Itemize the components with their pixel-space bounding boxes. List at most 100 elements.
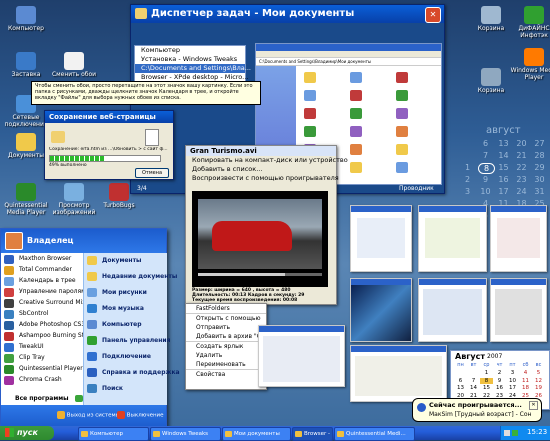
calendar-date[interactable]: 21 bbox=[514, 151, 529, 160]
file-icon[interactable] bbox=[396, 144, 408, 155]
desktop-icon[interactable]: Просмотр изображений bbox=[50, 183, 98, 216]
desktop-icon[interactable]: Компьютер bbox=[2, 6, 50, 32]
calendar-date[interactable]: 2 bbox=[460, 175, 475, 184]
calendar-date[interactable]: 8 bbox=[480, 377, 493, 384]
file-icon[interactable] bbox=[304, 90, 316, 101]
calendar-date[interactable]: 7 bbox=[467, 378, 480, 384]
file-icon[interactable] bbox=[396, 162, 408, 173]
start-menu-place[interactable]: Панель управления bbox=[84, 333, 170, 349]
file-icon[interactable] bbox=[350, 108, 362, 119]
context-menu-item[interactable]: Создать ярлык bbox=[186, 342, 266, 351]
start-menu-program[interactable]: TweakUI bbox=[1, 341, 83, 352]
calendar-date[interactable]: 23 bbox=[514, 175, 529, 184]
window-thumbnail[interactable] bbox=[418, 205, 487, 272]
calendar-date[interactable]: 1 bbox=[460, 163, 475, 172]
calendar-date[interactable]: 15 bbox=[496, 163, 511, 172]
taskbar-button[interactable]: Windows Tweaks bbox=[150, 427, 221, 441]
taskmanager-titlebar[interactable]: Диспетчер задач - Мои документы ✕ bbox=[131, 5, 444, 23]
calendar-date[interactable]: 19 bbox=[532, 385, 545, 391]
window-thumbnail[interactable] bbox=[490, 278, 547, 342]
desktop-icon[interactable]: Сменить обои bbox=[50, 52, 98, 78]
context-menu-item[interactable]: Отправить bbox=[186, 323, 266, 332]
all-programs-button[interactable]: Все программы bbox=[1, 393, 83, 405]
clock[interactable]: 15:23 bbox=[527, 428, 547, 436]
taskbar-button[interactable]: Quintessential Medi... bbox=[334, 427, 415, 441]
file-icon[interactable] bbox=[350, 72, 362, 83]
start-menu-program[interactable]: SbControl bbox=[1, 308, 83, 319]
video-menu-item[interactable]: Добавить в список... bbox=[186, 165, 336, 174]
file-icon[interactable] bbox=[304, 72, 316, 83]
start-menu-place[interactable]: Документы bbox=[84, 253, 167, 269]
calendar-date[interactable]: 16 bbox=[496, 175, 511, 184]
video-seekbar[interactable] bbox=[198, 273, 322, 276]
file-icon[interactable] bbox=[396, 126, 408, 137]
start-menu-place[interactable]: Поиск bbox=[84, 381, 167, 397]
close-icon[interactable]: ✕ bbox=[529, 401, 538, 410]
start-menu-place[interactable]: Моя музыка bbox=[84, 301, 167, 317]
shutdown-button[interactable]: Выключение bbox=[117, 411, 164, 419]
context-menu-item[interactable]: FastFolders bbox=[186, 304, 266, 314]
calendar-date[interactable]: 7 bbox=[478, 151, 493, 160]
start-menu-place[interactable]: Мои рисунки bbox=[84, 285, 167, 301]
start-menu-program[interactable]: Maxthon Browser bbox=[1, 253, 83, 264]
file-icon[interactable] bbox=[350, 126, 362, 137]
video-frame[interactable] bbox=[192, 191, 328, 287]
calendar-date[interactable]: 30 bbox=[532, 175, 547, 184]
context-menu-item[interactable]: Открыть с помощью bbox=[186, 314, 266, 323]
desktop-icon[interactable]: Корзина bbox=[467, 6, 515, 32]
file-icon[interactable] bbox=[304, 108, 316, 119]
logoff-button[interactable]: Выход из системы bbox=[57, 411, 120, 419]
calendar-date[interactable]: 18 bbox=[519, 385, 532, 391]
network-icon[interactable] bbox=[512, 430, 518, 436]
file-icon[interactable] bbox=[350, 144, 362, 155]
calendar-date[interactable]: 10 bbox=[478, 187, 493, 196]
video-menu-item[interactable]: Воспроизвести с помощью проигрывателя bbox=[186, 174, 339, 183]
calendar-date[interactable]: 13 bbox=[454, 385, 467, 391]
calendar-date[interactable]: 31 bbox=[532, 187, 547, 196]
file-icon[interactable] bbox=[396, 72, 408, 83]
save-dialog-titlebar[interactable]: Сохранение веб-страницы bbox=[45, 111, 173, 123]
start-menu-place[interactable]: Подключение bbox=[84, 349, 167, 365]
calendar-date[interactable]: 17 bbox=[496, 187, 511, 196]
desktop-icon[interactable]: Quintessential Media Player bbox=[2, 183, 50, 216]
taskbar-button[interactable]: Мои документы bbox=[222, 427, 291, 441]
start-menu-program[interactable]: Total Commander bbox=[1, 264, 83, 275]
calendar-date[interactable]: 22 bbox=[514, 163, 529, 172]
file-icon[interactable] bbox=[396, 108, 408, 119]
calendar-date[interactable]: 29 bbox=[532, 163, 547, 172]
window-thumbnail[interactable] bbox=[258, 325, 345, 387]
task-list-item[interactable]: Компьютер bbox=[135, 46, 245, 55]
calendar-date[interactable]: 9 bbox=[478, 175, 493, 184]
calendar-date[interactable]: 28 bbox=[532, 151, 547, 160]
calendar-date[interactable]: 14 bbox=[496, 151, 511, 160]
task-list-item[interactable]: C:\Documents and Settings\Вла... bbox=[135, 64, 251, 73]
task-list-item[interactable]: Установка - Windows Tweaks bbox=[135, 55, 245, 64]
desktop-icon[interactable]: Windows Media Player bbox=[510, 48, 550, 81]
calendar-date[interactable]: 2 bbox=[493, 370, 506, 376]
start-menu-program[interactable]: Управление паролями bbox=[1, 286, 90, 297]
calendar-date[interactable]: 6 bbox=[478, 139, 493, 148]
calendar-date[interactable]: 3 bbox=[460, 187, 475, 196]
start-menu-program[interactable]: Clip Tray bbox=[1, 352, 83, 363]
calendar-date[interactable]: 16 bbox=[493, 385, 506, 391]
file-icon[interactable] bbox=[350, 90, 362, 101]
window-thumbnail[interactable] bbox=[418, 278, 487, 342]
calendar-date[interactable]: 10 bbox=[506, 378, 519, 384]
start-menu-program[interactable]: Chroma Crash bbox=[1, 374, 83, 385]
cancel-button[interactable]: Отмена bbox=[135, 168, 169, 178]
start-menu-program[interactable]: Adobe Photoshop CS3 bbox=[1, 319, 85, 330]
calendar-date[interactable]: 14 bbox=[467, 385, 480, 391]
start-menu-place[interactable]: Компьютер bbox=[84, 317, 167, 333]
context-menu-item[interactable]: Свойства bbox=[186, 370, 266, 379]
volume-icon[interactable] bbox=[504, 430, 510, 436]
context-menu-item[interactable]: Добавить в архив "Gran Turismo.rar" bbox=[186, 332, 310, 342]
context-menu-item[interactable]: Удалить bbox=[186, 351, 266, 360]
window-thumbnail[interactable] bbox=[490, 205, 547, 272]
context-menu-item[interactable]: Переименовать bbox=[186, 360, 266, 370]
start-button[interactable]: пуск bbox=[0, 426, 54, 440]
desktop-icon[interactable]: Корзина bbox=[467, 68, 515, 94]
start-menu-program[interactable]: Ashampoo Burning Studio bbox=[1, 330, 97, 341]
desktop-icon[interactable]: ДиФАЙНС Инфотэк bbox=[510, 6, 550, 39]
calendar-date[interactable]: 24 bbox=[514, 187, 529, 196]
calendar-date[interactable]: 17 bbox=[506, 385, 519, 391]
